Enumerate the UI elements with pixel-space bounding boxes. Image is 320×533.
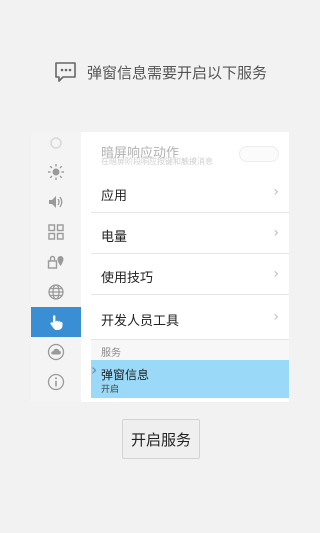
apps-grid-icon xyxy=(48,224,64,240)
info-icon xyxy=(47,373,65,391)
location-lock-icon xyxy=(47,255,64,269)
screen-off-gesture-subtitle: 在暗屏阶段响应按键和触摸消息 xyxy=(101,157,213,166)
dialog-header: 弹窗信息需要开启以下服务 xyxy=(0,55,320,89)
chevron-right-icon: › xyxy=(273,225,279,241)
dialog-title: 弹窗信息需要开启以下服务 xyxy=(86,63,267,82)
settings-item-apps[interactable]: 应用 › xyxy=(91,172,289,213)
settings-item-developer[interactable]: 开发人员工具 › xyxy=(91,295,289,340)
globe-icon xyxy=(48,284,64,300)
sidebar-accessibility-item[interactable] xyxy=(31,307,81,337)
settings-item-popup-info[interactable]: 弹窗信息 开启 › xyxy=(91,360,289,398)
sidebar-info-item[interactable] xyxy=(31,367,81,397)
section-header-services: 服务 xyxy=(91,340,289,360)
settings-item-battery[interactable]: 电量 › xyxy=(91,213,289,254)
volume-icon xyxy=(49,196,63,208)
settings-item-tips[interactable]: 使用技巧 › xyxy=(91,254,289,295)
start-service-button[interactable]: 开启服务 xyxy=(122,419,200,459)
popup-info-title: 弹窗信息 xyxy=(101,368,150,382)
settings-item-battery-label: 电量 xyxy=(101,230,128,245)
sidebar-brightness-item[interactable] xyxy=(31,157,81,187)
screen-off-gesture-toggle[interactable] xyxy=(239,146,279,162)
sidebar-network-item[interactable] xyxy=(31,277,81,307)
section-header-label: 服务 xyxy=(101,348,121,359)
settings-list: 暗屏响应动作 在暗屏阶段响应按键和触摸消息 应用 › 电量 › 使用技巧 › 开… xyxy=(91,132,289,402)
sidebar-apps-item[interactable] xyxy=(31,217,81,247)
brightness-icon xyxy=(48,164,64,180)
settings-icon xyxy=(50,137,62,149)
settings-item-developer-label: 开发人员工具 xyxy=(101,314,180,329)
chat-bubble-icon xyxy=(55,62,76,82)
sidebar-cloud-item[interactable] xyxy=(31,337,81,367)
chevron-right-icon: › xyxy=(273,309,279,325)
settings-sidebar xyxy=(31,132,81,402)
cloud-icon xyxy=(47,343,65,361)
sidebar-settings-item[interactable] xyxy=(31,128,81,158)
settings-item-tips-label: 使用技巧 xyxy=(101,271,154,286)
chevron-right-icon: › xyxy=(273,184,279,200)
chevron-right-icon: › xyxy=(273,266,279,282)
sidebar-volume-item[interactable] xyxy=(31,187,81,217)
screen-off-gesture-row[interactable]: 暗屏响应动作 在暗屏阶段响应按键和触摸消息 xyxy=(91,132,289,173)
chevron-right-icon: › xyxy=(91,360,98,379)
settings-item-apps-label: 应用 xyxy=(101,189,128,204)
sidebar-location-item[interactable] xyxy=(31,247,81,277)
touch-icon xyxy=(50,315,63,330)
popup-info-status: 开启 xyxy=(101,385,120,395)
